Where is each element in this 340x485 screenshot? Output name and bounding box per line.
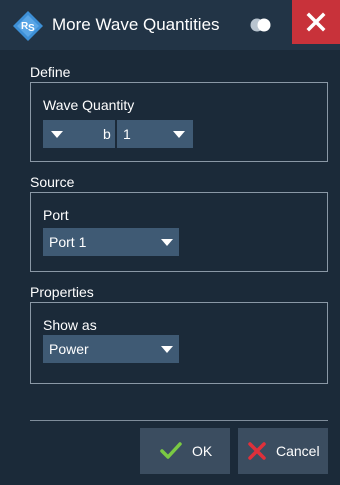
rs-logo-icon: R S [13, 11, 43, 41]
port-combo[interactable]: Port 1 [43, 228, 179, 256]
chevron-down-icon [161, 239, 173, 246]
wave-index-value: 1 [123, 126, 131, 142]
title-bar: R S More Wave Quantities [0, 0, 340, 50]
ok-label: OK [192, 443, 213, 459]
source-section-label: Source [30, 174, 75, 190]
define-group: Wave Quantity b 1 [30, 82, 328, 162]
cross-icon [248, 442, 266, 460]
source-group: Port Port 1 [30, 192, 328, 272]
transparency-toggle-icon[interactable] [248, 17, 274, 33]
cancel-label: Cancel [276, 443, 320, 459]
chevron-down-icon [173, 131, 185, 138]
define-section-label: Define [30, 64, 71, 80]
cancel-button[interactable]: Cancel [238, 428, 328, 474]
wave-index-combo[interactable]: 1 [117, 120, 193, 148]
wave-quantity-value: b [103, 126, 111, 142]
show-as-value: Power [49, 341, 89, 357]
show-as-label: Show as [43, 317, 97, 333]
checkmark-icon [160, 442, 182, 459]
wave-quantity-label: Wave Quantity [43, 97, 135, 113]
chevron-down-icon [161, 346, 173, 353]
port-label: Port [43, 207, 69, 223]
properties-group: Show as Power [30, 302, 328, 384]
window-title: More Wave Quantities [52, 15, 220, 34]
ok-button[interactable]: OK [140, 428, 230, 474]
close-button[interactable] [292, 0, 340, 44]
chevron-down-icon [51, 131, 63, 138]
footer-separator [30, 420, 328, 421]
show-as-combo[interactable]: Power [43, 335, 179, 363]
wave-quantity-combo[interactable]: b [43, 120, 115, 148]
svg-text:S: S [28, 23, 35, 34]
port-value: Port 1 [49, 234, 87, 250]
close-icon [306, 12, 326, 32]
properties-section-label: Properties [30, 284, 94, 300]
